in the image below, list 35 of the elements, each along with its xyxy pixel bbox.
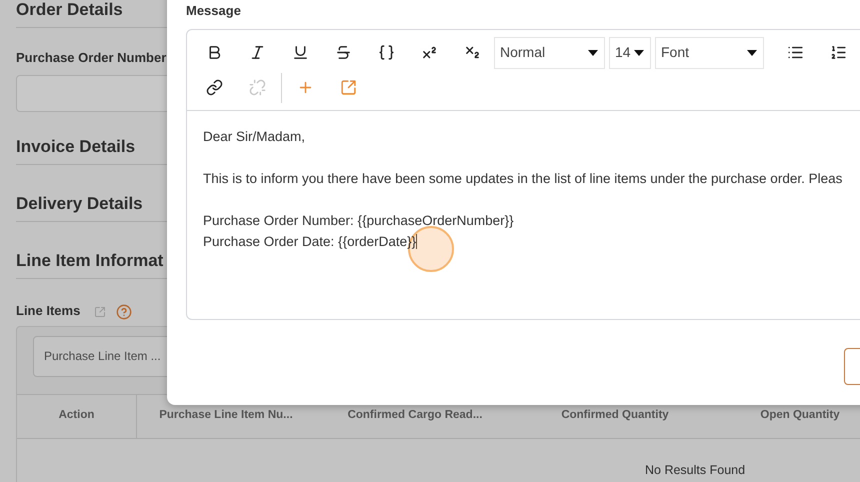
column-header: Confirmed Cargo Read... xyxy=(348,408,482,424)
field-label: Purchase Order Number xyxy=(16,49,166,67)
plus-icon xyxy=(297,79,314,96)
column-header: Purchase Line Item Nu... xyxy=(159,408,293,424)
toolbar-select[interactable]: 14 xyxy=(609,36,651,68)
superscript-icon xyxy=(421,44,438,61)
unlink-icon xyxy=(249,79,266,96)
message-text: Dear Sir/Madam, xyxy=(203,128,306,146)
message-label: Message xyxy=(186,2,242,20)
bullet-list-icon xyxy=(787,44,804,61)
dropdown-caret-icon xyxy=(588,50,598,56)
braces-icon xyxy=(378,44,395,61)
toolbar-select[interactable]: Font xyxy=(655,36,764,68)
column-header: Open Quantity xyxy=(760,408,840,424)
italic-icon xyxy=(249,44,266,61)
section-title: Order Details xyxy=(16,0,123,19)
message-text: Purchase Order Number: {{purchaseOrderNumber}} xyxy=(203,212,514,230)
dropdown-caret-icon xyxy=(747,50,757,56)
strikethrough-icon xyxy=(335,44,352,61)
empty-message: No Results Found xyxy=(645,462,746,476)
section-title: Delivery Details xyxy=(16,194,143,212)
column-header: Action xyxy=(58,408,94,424)
link-icon xyxy=(206,79,223,96)
message-text: This is to inform you there have been some updates in the list of line items under the purchase order. Pleas xyxy=(203,170,842,188)
numbered-list-icon xyxy=(830,44,847,61)
subscript-icon xyxy=(464,44,481,61)
column-header: Confirmed Quantity xyxy=(561,408,669,424)
section-title: Invoice Details xyxy=(16,136,136,156)
toolbar-select[interactable]: Normal xyxy=(494,36,605,68)
underline-icon xyxy=(292,44,309,61)
dropdown-caret-icon xyxy=(634,50,644,56)
external-link-icon xyxy=(340,79,357,96)
line-items-label: Line Items xyxy=(16,302,80,320)
text-cursor xyxy=(416,234,418,248)
section-title: Line Item Informat xyxy=(16,250,164,270)
